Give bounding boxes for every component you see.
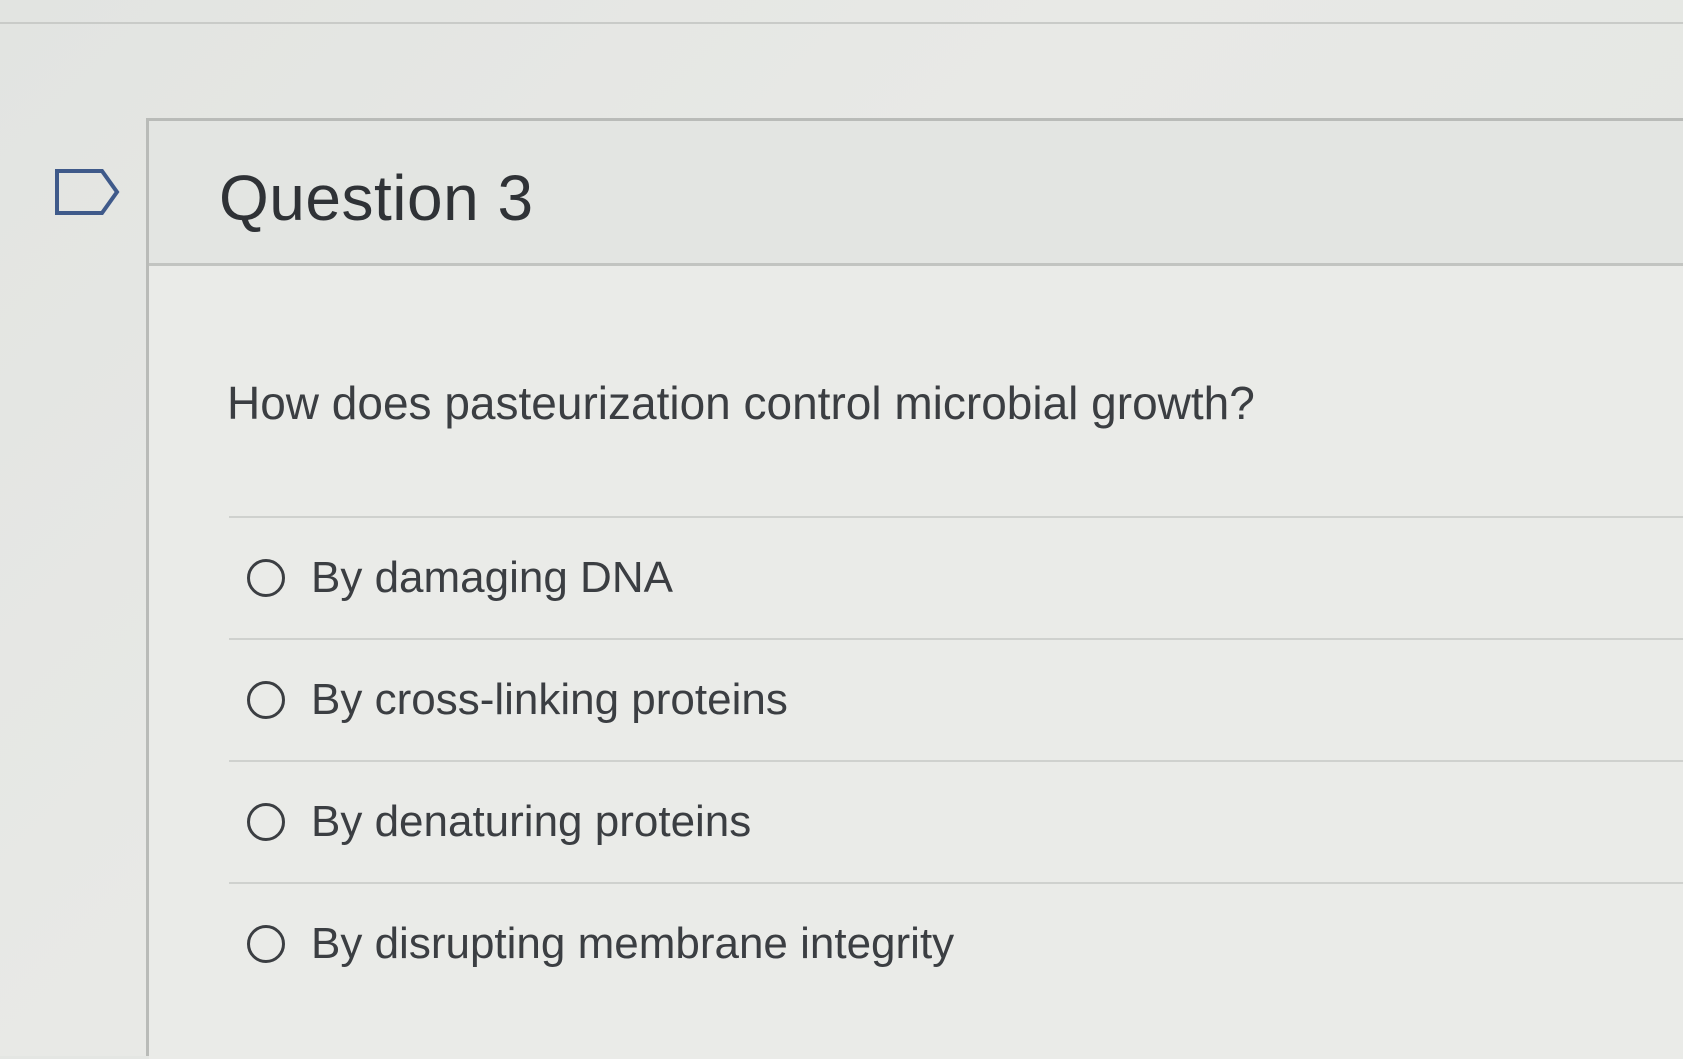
- question-text: How does pasteurization control microbia…: [227, 377, 1255, 429]
- question-card: Question 3 How does pasteurization contr…: [146, 118, 1683, 1059]
- answer-list: By damaging DNA By cross-linking protein…: [229, 516, 1683, 1004]
- answer-option[interactable]: By denaturing proteins: [229, 762, 1683, 882]
- question-title: Question 3: [219, 162, 534, 234]
- flag-question-icon[interactable]: [54, 168, 120, 216]
- question-header: Question 3: [149, 121, 1683, 266]
- answer-option[interactable]: By disrupting membrane integrity: [229, 884, 1683, 1004]
- answer-option[interactable]: By cross-linking proteins: [229, 640, 1683, 760]
- answer-label: By damaging DNA: [311, 553, 673, 602]
- top-divider: [0, 22, 1683, 24]
- quiz-screen: Question 3 How does pasteurization contr…: [0, 0, 1683, 1059]
- radio-button[interactable]: [247, 925, 285, 963]
- radio-button[interactable]: [247, 559, 285, 597]
- answer-label: By denaturing proteins: [311, 797, 752, 846]
- answer-label: By cross-linking proteins: [311, 675, 788, 724]
- answer-label: By disrupting membrane integrity: [311, 919, 955, 968]
- radio-button[interactable]: [247, 803, 285, 841]
- question-body: How does pasteurization control microbia…: [149, 266, 1683, 1059]
- answer-option[interactable]: By damaging DNA: [229, 518, 1683, 638]
- radio-button[interactable]: [247, 681, 285, 719]
